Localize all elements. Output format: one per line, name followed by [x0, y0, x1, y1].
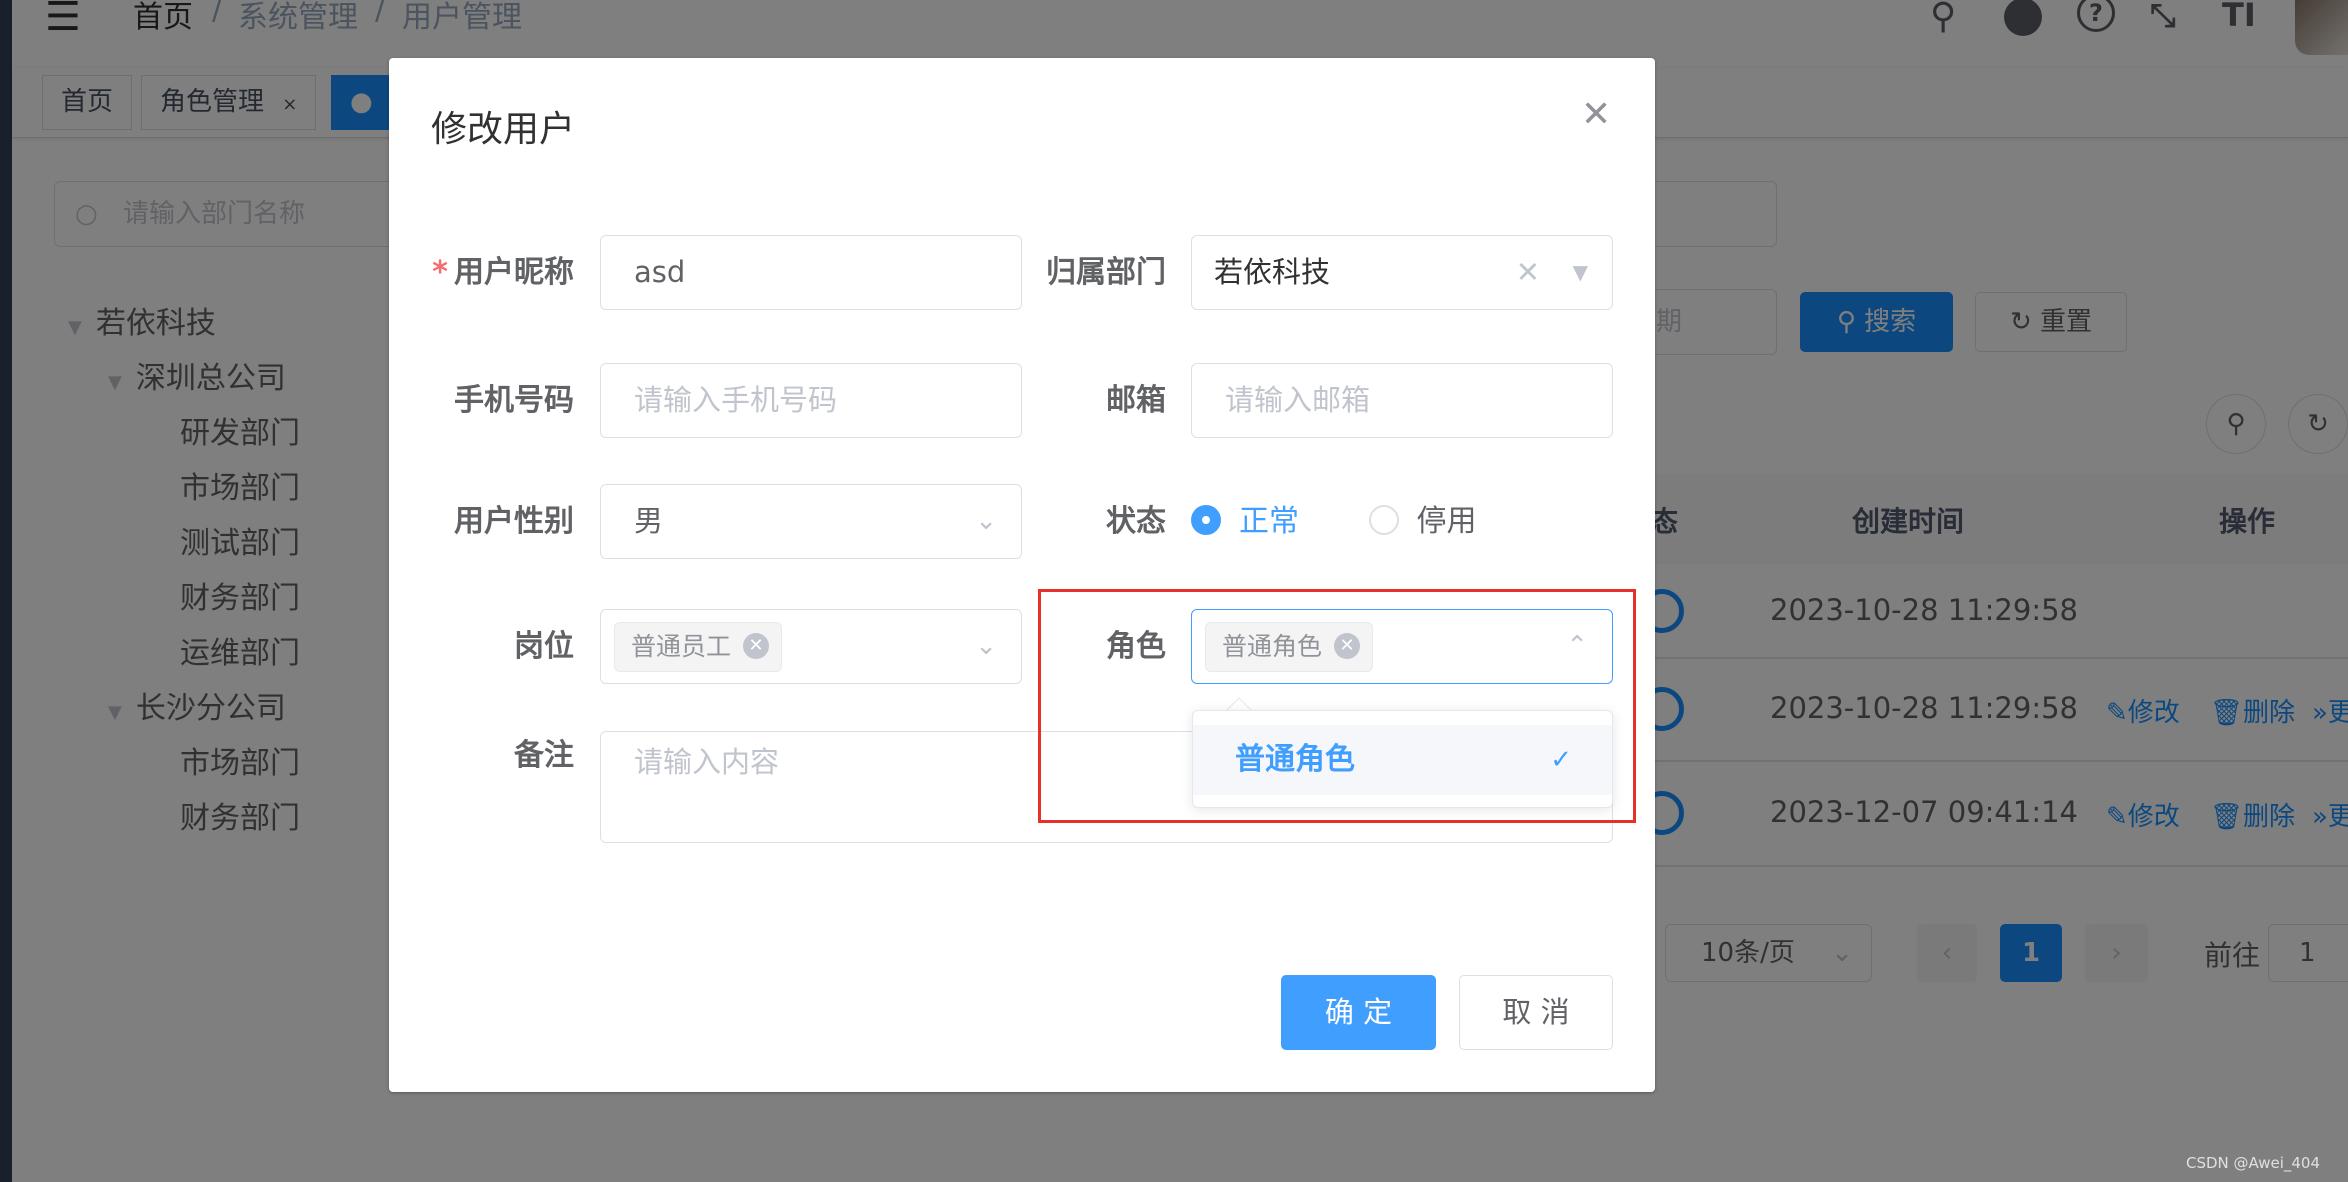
- post-select[interactable]: 普通员工 ✕ ⌄: [600, 609, 1022, 684]
- phone-input[interactable]: 请输入手机号码: [600, 363, 1022, 438]
- dept-label: 归属部门: [1046, 255, 1166, 290]
- confirm-button[interactable]: 确 定: [1281, 975, 1436, 1050]
- remark-label: 备注: [514, 738, 574, 773]
- required-mark: *: [432, 255, 448, 290]
- radio-checked-icon: [1191, 504, 1221, 535]
- post-label: 岗位: [514, 629, 574, 664]
- caret-down-icon: ▼: [1572, 260, 1588, 284]
- nickname-label-text: 用户昵称: [454, 255, 574, 290]
- nickname-label: * 用户昵称: [374, 235, 574, 310]
- tag-close-icon[interactable]: ✕: [743, 633, 770, 659]
- post-tag-label: 普通员工: [631, 632, 732, 661]
- status-radio-normal[interactable]: 正常: [1191, 504, 1299, 539]
- radio-label: 正常: [1239, 504, 1299, 539]
- status-radio-group: 正常 停用: [1191, 484, 1477, 559]
- status-radio-disabled[interactable]: 停用: [1368, 504, 1477, 539]
- status-label: 状态: [1106, 504, 1166, 539]
- email-input[interactable]: 请输入邮箱: [1191, 363, 1613, 438]
- watermark: CSDN @Awei_404: [2186, 1154, 2320, 1172]
- email-label: 邮箱: [1106, 383, 1166, 418]
- nickname-input[interactable]: asd: [600, 235, 1022, 310]
- radio-label: 停用: [1416, 504, 1477, 539]
- sex-value: 男: [634, 504, 664, 538]
- phone-label: 手机号码: [454, 383, 574, 418]
- sex-label: 用户性别: [454, 504, 574, 539]
- cancel-button[interactable]: 取 消: [1459, 975, 1613, 1050]
- sex-select[interactable]: 男 ⌄: [600, 484, 1022, 559]
- dept-value: 若依科技: [1214, 255, 1331, 289]
- clear-icon[interactable]: ✕: [1516, 236, 1540, 309]
- radio-unchecked-icon: [1368, 504, 1399, 535]
- dept-select[interactable]: 若依科技 ✕ ▼: [1191, 235, 1613, 310]
- close-icon[interactable]: ✕: [1581, 94, 1611, 135]
- edit-user-dialog: 修改用户 ✕ * 用户昵称 asd 归属部门 若依科技 ✕ ▼ 手机号码 请输入手机号…: [389, 58, 1655, 1092]
- dialog-title: 修改用户: [431, 109, 576, 150]
- highlight-box: [1038, 589, 1636, 823]
- post-tag: 普通员工 ✕: [614, 622, 783, 672]
